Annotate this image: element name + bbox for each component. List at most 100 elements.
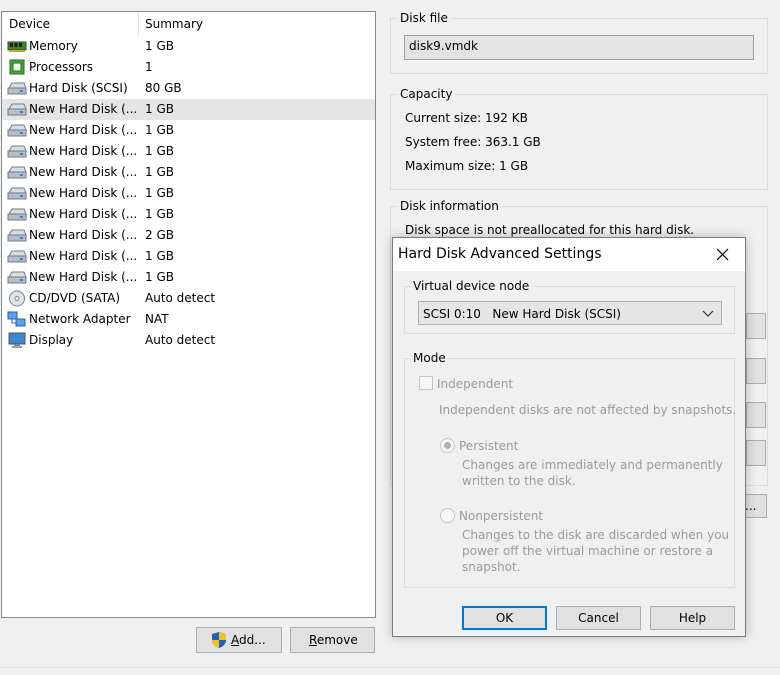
hard-disk-icon (7, 164, 27, 181)
ok-button-label: OK (495, 611, 514, 625)
device-row[interactable]: New Hard Disk (... 1 GB (2, 141, 375, 162)
device-name: New Hard Disk (... (29, 228, 138, 242)
nonpersistent-desc-line-1: Changes to the disk are discarded when y… (462, 528, 730, 542)
obscured-button-2[interactable] (746, 358, 766, 384)
remove-button-mnemonic: R (309, 633, 317, 647)
device-summary: 1 (145, 60, 153, 74)
device-summary: Auto detect (145, 333, 216, 347)
device-row[interactable]: New Hard Disk (... 1 GB (2, 183, 375, 204)
independent-description: Independent disks are not affected by sn… (439, 403, 737, 417)
persistent-desc-line-2: written to the disk. (462, 474, 576, 488)
virtual-device-node-select[interactable]: SCSI 0:10 New Hard Disk (SCSI) (418, 301, 722, 325)
device-list[interactable]: Device Summary Memory 1 GB Processors 1 Hard… (1, 11, 376, 618)
persistent-description: Changes are immediately and permanently … (462, 457, 723, 489)
device-name: Hard Disk (SCSI) (29, 81, 128, 95)
disk-file-field[interactable]: disk9.vmdk (404, 35, 754, 60)
device-summary: NAT (145, 312, 169, 326)
device-row[interactable]: Network Adapter NAT (2, 309, 375, 330)
help-button[interactable]: Help (650, 606, 735, 630)
device-row[interactable]: Processors 1 (2, 57, 375, 78)
device-row[interactable]: CD/DVD (SATA) Auto detect (2, 288, 375, 309)
hard-disk-icon (7, 206, 27, 223)
device-summary: 1 GB (145, 186, 174, 200)
capacity-title: Capacity (397, 87, 456, 101)
advanced-button-label: ... (745, 499, 757, 513)
close-icon (716, 248, 729, 261)
hard-disk-icon (7, 227, 27, 244)
add-button[interactable]: Add... (196, 627, 282, 653)
hard-disk-icon (7, 80, 27, 97)
maximum-size-text: Maximum size: 1 GB (405, 159, 529, 173)
add-button-mnemonic: A (231, 633, 239, 647)
hard-disk-icon (7, 143, 27, 160)
device-list-header: Device Summary (2, 12, 375, 36)
independent-label: Independent (437, 377, 514, 391)
dialog-title: Hard Disk Advanced Settings (398, 246, 602, 262)
disk-file-value: disk9.vmdk (409, 39, 478, 53)
device-row[interactable]: Hard Disk (SCSI) 80 GB (2, 78, 375, 99)
device-name: New Hard Disk (... (29, 249, 138, 263)
device-name: Display (29, 333, 74, 347)
nonpersistent-radio[interactable] (440, 508, 455, 523)
column-header-summary[interactable]: Summary (145, 17, 203, 31)
column-header-device[interactable]: Device (9, 17, 50, 31)
close-button[interactable] (711, 244, 733, 266)
device-summary: 1 GB (145, 249, 174, 263)
independent-checkbox[interactable] (419, 376, 433, 390)
uac-shield-icon (212, 632, 226, 648)
device-summary: 1 GB (145, 39, 174, 53)
nonpersistent-label: Nonpersistent (459, 509, 544, 523)
disk-information-text: Disk space is not preallocated for this … (405, 223, 695, 237)
virtual-device-node-title: Virtual device node (410, 279, 533, 293)
device-summary: 1 GB (145, 207, 174, 221)
device-summary: 1 GB (145, 270, 174, 284)
persistent-radio-dot (444, 442, 451, 449)
persistent-desc-line-1: Changes are immediately and permanently (462, 458, 723, 472)
device-summary: 80 GB (145, 81, 182, 95)
window-bottom-divider (0, 667, 780, 668)
hard-disk-icon (7, 185, 27, 202)
disk-information-title: Disk information (397, 199, 502, 213)
obscured-button-4[interactable] (746, 440, 766, 466)
network-adapter-icon (7, 311, 27, 328)
device-row[interactable]: New Hard Disk (... 1 GB (2, 246, 375, 267)
device-row[interactable]: New Hard Disk (... 1 GB (2, 120, 375, 141)
mode-title: Mode (410, 351, 449, 365)
device-row[interactable]: New Hard Disk (... 1 GB (2, 204, 375, 225)
chevron-down-icon (702, 310, 714, 317)
device-row[interactable]: New Hard Disk (... 1 GB (2, 99, 375, 120)
obscured-button-1[interactable] (746, 313, 766, 339)
nonpersistent-desc-line-2: power off the virtual machine or restore… (462, 544, 714, 558)
help-button-label: Help (678, 611, 707, 625)
virtual-device-node-value: SCSI 0:10 New Hard Disk (SCSI) (423, 307, 621, 321)
dialog-titlebar[interactable]: Hard Disk Advanced Settings (393, 238, 745, 271)
device-name: CD/DVD (SATA) (29, 291, 121, 305)
cd-dvd-icon (7, 290, 27, 307)
device-row[interactable]: New Hard Disk (... 2 GB (2, 225, 375, 246)
device-row[interactable]: Display Auto detect (2, 330, 375, 351)
device-summary: Auto detect (145, 291, 216, 305)
persistent-radio[interactable] (440, 438, 455, 453)
obscured-button-3[interactable] (746, 402, 766, 428)
display-icon (7, 332, 27, 349)
device-summary: 1 GB (145, 123, 174, 137)
ok-button[interactable]: OK (462, 606, 547, 630)
device-name: New Hard Disk (... (29, 270, 138, 284)
device-row[interactable]: Memory 1 GB (2, 36, 375, 57)
persistent-label: Persistent (459, 439, 519, 453)
device-summary: 1 GB (145, 165, 174, 179)
hard-disk-icon (7, 122, 27, 139)
device-summary: 2 GB (145, 228, 174, 242)
device-name: New Hard Disk (... (29, 186, 138, 200)
device-summary: 1 GB (145, 102, 174, 116)
column-separator[interactable] (138, 12, 139, 36)
hard-disk-icon (7, 248, 27, 265)
remove-button[interactable]: Remove (290, 627, 375, 653)
hard-disk-icon (7, 101, 27, 118)
device-name: New Hard Disk (... (29, 102, 138, 116)
processor-icon (7, 59, 27, 76)
device-row[interactable]: New Hard Disk (... 1 GB (2, 267, 375, 288)
device-name: New Hard Disk (... (29, 144, 138, 158)
device-row[interactable]: New Hard Disk (... 1 GB (2, 162, 375, 183)
cancel-button[interactable]: Cancel (556, 606, 641, 630)
